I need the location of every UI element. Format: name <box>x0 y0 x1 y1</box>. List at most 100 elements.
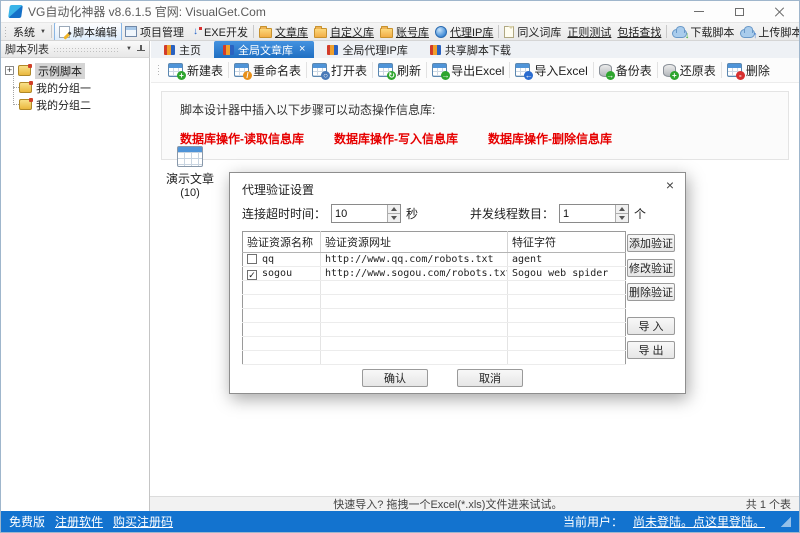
close-button[interactable] <box>759 1 799 22</box>
minimize-button[interactable] <box>679 1 719 22</box>
chevron-down-icon: ▼ <box>40 29 46 35</box>
col-header-url[interactable]: 验证资源网址 <box>321 232 508 253</box>
tab-home[interactable]: 主页 <box>155 41 210 58</box>
chevron-down-icon[interactable]: ▼ <box>126 46 132 52</box>
toolbar-download-script[interactable]: ↓ 下载脚本 <box>669 23 737 41</box>
window-title: VG自动化神器 v8.6.1.5 官网: VisualGet.Com <box>28 3 266 20</box>
separator <box>666 25 667 38</box>
table-list-item[interactable]: 演示文章 (10) <box>159 146 221 199</box>
table-row[interactable]: ✓sogou http://www.sogou.com/robots.txt S… <box>243 267 626 281</box>
tab-close-icon[interactable]: × <box>299 44 305 55</box>
script-group-icon <box>19 82 32 93</box>
toolbar-upload-script[interactable]: ↑ 上传脚本 <box>737 23 799 41</box>
register-software-link[interactable]: 注册软件 <box>55 513 103 530</box>
dialog-form-row: 连接超时时间： 10 秒 并发线程数目： 1 个 <box>242 204 646 223</box>
spinner-buttons <box>615 205 628 222</box>
menu-system[interactable]: 系统 ▼ <box>10 23 49 41</box>
table-empty-row <box>243 337 626 351</box>
modify-verify-button[interactable]: 修改验证 <box>627 259 675 277</box>
arrow-right-icon: → <box>441 71 450 80</box>
confirm-button[interactable]: 确认 <box>362 369 428 387</box>
import-excel-button[interactable]: ← 导入Excel <box>510 60 592 81</box>
refresh-button[interactable]: ↻ 刷新 <box>373 60 426 81</box>
toolbar-account-library[interactable]: 账号库 <box>377 23 432 41</box>
refresh-icon: ↻ <box>387 71 396 80</box>
toolbar-project-manage[interactable]: 项目管理 <box>122 23 187 41</box>
sidebar-header-fill <box>53 47 120 52</box>
col-header-name[interactable]: 验证资源名称 <box>243 232 321 253</box>
table-empty-row <box>243 351 626 365</box>
quick-import-hint: 快速导入? 拖拽一个Excel(*.xls)文件进来试试。 <box>150 496 746 512</box>
login-link[interactable]: 尚未登陆。点这里登陆。 <box>633 513 765 530</box>
delete-table-button[interactable]: - 删除 <box>722 60 775 81</box>
threads-spinner[interactable]: 1 <box>559 204 629 223</box>
db-read-link[interactable]: 数据库操作-读取信息库 <box>180 130 304 147</box>
project-icon <box>125 26 137 37</box>
spin-down-icon[interactable] <box>388 214 400 222</box>
table-count: 共 1 个表 <box>746 496 791 512</box>
tab-global-proxy-ip-library[interactable]: 全局代理IP库 <box>318 41 416 58</box>
open-table-button[interactable]: ○ 打开表 <box>307 60 372 81</box>
menu-system-label: 系统 <box>13 24 35 40</box>
toolbar-regex-test[interactable]: 正则测试 <box>564 23 614 41</box>
table-row[interactable]: qq http://www.qq.com/robots.txt agent <box>243 253 626 267</box>
tab-global-article-library[interactable]: 全局文章库 × <box>214 41 314 58</box>
folder-icon <box>380 28 393 38</box>
restore-table-button[interactable]: + 还原表 <box>658 60 721 81</box>
cancel-button[interactable]: 取消 <box>457 369 523 387</box>
delete-verify-button[interactable]: 删除验证 <box>627 283 675 301</box>
tree-item-my-group-2[interactable]: 我的分组二 <box>19 96 149 113</box>
pin-icon[interactable] <box>136 45 145 54</box>
tree-item-my-group-1[interactable]: 我的分组一 <box>19 79 149 96</box>
tab-shared-script-download[interactable]: 共享脚本下载 <box>421 41 520 58</box>
dialog-close-icon[interactable]: × <box>666 178 674 192</box>
add-verify-button[interactable]: 添加验证 <box>627 234 675 252</box>
toolbar-include-find[interactable]: 包括查找 <box>614 23 664 41</box>
new-table-button[interactable]: + 新建表 <box>163 60 228 81</box>
toolbar-grip <box>4 26 8 38</box>
status-bar: 快速导入? 拖拽一个Excel(*.xls)文件进来试试。 共 1 个表 <box>150 496 799 511</box>
toolbar-exe-dev[interactable]: ↓ EXE开发 <box>187 23 251 41</box>
separator <box>498 25 499 38</box>
cloud-download-icon: ↓ <box>672 29 687 38</box>
checkbox-unchecked[interactable] <box>247 254 257 264</box>
maximize-button[interactable] <box>719 1 759 22</box>
table-icon: / <box>234 63 249 77</box>
main-menubar: 系统 ▼ 脚本编辑 项目管理 ↓ EXE开发 文章库 自定义库 账号库 <box>1 23 799 41</box>
proxy-verify-dialog: 代理验证设置 × 连接超时时间： 10 秒 并发线程数目： 1 个 <box>229 172 686 394</box>
timeout-spinner[interactable]: 10 <box>331 204 401 223</box>
toolbar-synonym-library[interactable]: 同义词库 <box>501 23 564 41</box>
sidebar: + 示例脚本 我的分组一 我的分组二 <box>1 58 150 511</box>
toolbar-custom-library[interactable]: 自定义库 <box>311 23 377 41</box>
rename-table-button[interactable]: / 重命名表 <box>229 60 306 81</box>
export-button[interactable]: 导 出 <box>627 341 675 359</box>
import-button[interactable]: 导 入 <box>627 317 675 335</box>
toolbar-script-edit[interactable]: 脚本编辑 <box>54 23 122 41</box>
export-excel-button[interactable]: → 导出Excel <box>427 60 509 81</box>
toolbar-article-library[interactable]: 文章库 <box>256 23 311 41</box>
buy-license-link[interactable]: 购买注册码 <box>113 513 173 530</box>
table-icon <box>177 146 203 167</box>
tree-item-sample-scripts[interactable]: + 示例脚本 <box>5 62 149 79</box>
table-empty-row <box>243 281 626 295</box>
tab-icon <box>164 45 175 55</box>
maximize-icon <box>735 8 744 16</box>
spin-up-icon[interactable] <box>616 205 628 214</box>
backup-table-button[interactable]: → 备份表 <box>594 60 657 81</box>
col-header-feature[interactable]: 特征字符 <box>508 232 626 253</box>
bottom-bar: 免费版 注册软件 购买注册码 当前用户： 尚未登陆。点这里登陆。 <box>1 511 799 532</box>
tab-icon <box>430 45 441 55</box>
spin-up-icon[interactable] <box>388 205 400 214</box>
table-icon: - <box>727 63 742 77</box>
table-empty-row <box>243 295 626 309</box>
tree-children: 我的分组一 我的分组二 <box>5 79 149 113</box>
table-icon: → <box>432 63 447 77</box>
table-icon: ↻ <box>378 63 393 77</box>
db-delete-link[interactable]: 数据库操作-删除信息库 <box>488 130 612 147</box>
resize-grip-icon <box>781 517 791 527</box>
checkbox-checked[interactable]: ✓ <box>247 270 257 280</box>
table-empty-row <box>243 309 626 323</box>
spin-down-icon[interactable] <box>616 214 628 222</box>
toolbar-proxy-ip-library[interactable]: 代理IP库 <box>432 23 496 41</box>
db-write-link[interactable]: 数据库操作-写入信息库 <box>334 130 458 147</box>
